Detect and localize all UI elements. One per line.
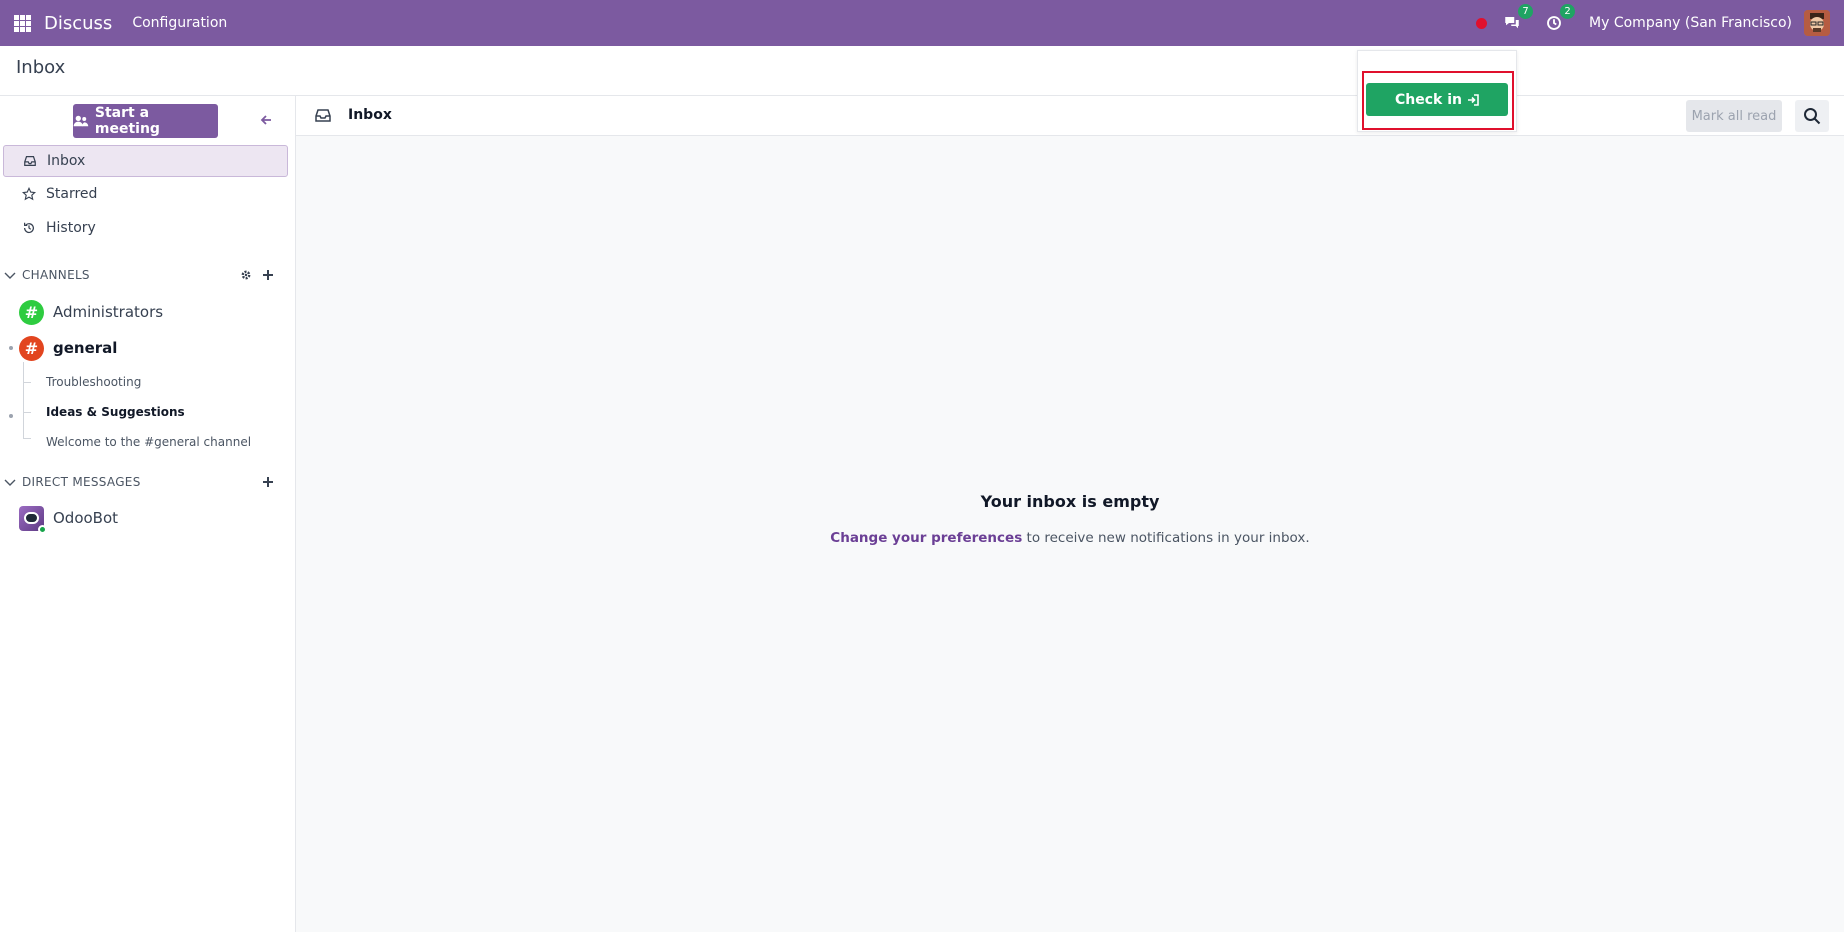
app-brand[interactable]: Discuss [44, 13, 112, 34]
mark-all-read-button[interactable]: Mark all read [1686, 100, 1782, 132]
history-icon [24, 222, 34, 234]
empty-inbox-title: Your inbox is empty [980, 492, 1160, 511]
mailbox-history[interactable]: History [3, 212, 288, 244]
channel-administrators[interactable]: # Administrators [19, 298, 163, 326]
sign-in-icon [1468, 93, 1479, 106]
channel-label: general [53, 339, 118, 357]
thread-title: Inbox [348, 107, 392, 123]
menu-configuration[interactable]: Configuration [132, 15, 227, 31]
search-icon [1804, 108, 1821, 125]
odoobot-avatar [19, 505, 47, 534]
mailbox-label: Starred [46, 186, 98, 202]
sub-thread-troubleshooting[interactable]: Troubleshooting [46, 372, 141, 392]
unread-indicator [9, 346, 13, 350]
gear-icon[interactable] [240, 269, 252, 281]
mailbox-label: History [46, 220, 96, 236]
change-preferences-link[interactable]: Change your preferences [830, 530, 1022, 546]
company-switcher[interactable]: My Company (San Francisco) [1589, 15, 1792, 31]
clock-icon [1547, 16, 1561, 30]
thread-tree-branch [23, 412, 31, 413]
channels-header-label: CHANNELS [22, 268, 90, 282]
mailbox-inbox[interactable]: Inbox [3, 145, 288, 177]
users-icon [73, 115, 89, 127]
thread-tree-branch [23, 438, 31, 439]
collapse-sidebar-arrow-icon[interactable] [258, 112, 274, 128]
star-icon [22, 187, 36, 201]
check-in-button[interactable]: Check in [1366, 83, 1508, 116]
user-avatar-icon [1804, 10, 1830, 36]
sub-thread-welcome[interactable]: Welcome to the #general channel [46, 432, 251, 452]
page-title: Inbox [16, 57, 66, 78]
chevron-down-icon [4, 479, 16, 486]
chat-bubbles-icon [1505, 17, 1519, 29]
dm-odoobot[interactable]: OdooBot [19, 504, 119, 534]
add-dm-plus-icon[interactable] [262, 476, 274, 488]
control-panel: Inbox [0, 46, 1844, 96]
messages-count-badge: 7 [1518, 4, 1534, 19]
discuss-sidebar: Start a meeting Inbox Starred History CH… [0, 96, 296, 932]
check-in-label: Check in [1395, 91, 1462, 108]
user-avatar[interactable] [1804, 10, 1830, 36]
activity-menu[interactable]: 2 [1543, 4, 1576, 34]
top-navbar: Discuss Configuration 7 2 My Company (Sa… [0, 0, 1844, 46]
channels-category[interactable]: CHANNELS [0, 265, 290, 285]
messaging-menu[interactable]: 7 [1501, 4, 1534, 34]
channel-hash-icon: # [19, 299, 44, 325]
inbox-icon [315, 109, 331, 122]
start-meeting-button[interactable]: Start a meeting [73, 104, 218, 138]
add-channel-plus-icon[interactable] [262, 269, 274, 281]
inbox-icon [24, 156, 36, 166]
navbar-systray: 7 2 My Company (San Francisco) [1476, 0, 1844, 46]
search-button[interactable] [1795, 100, 1829, 132]
channel-hash-icon: # [19, 335, 44, 361]
thread-tree-line [23, 362, 24, 438]
channel-general[interactable]: # general [19, 334, 117, 362]
recording-indicator-icon[interactable] [1476, 17, 1488, 29]
thread-body: Your inbox is empty Change your preferen… [296, 136, 1844, 932]
empty-inbox-message: Change your preferences to receive new n… [296, 530, 1844, 546]
empty-inbox-text: to receive new notifications in your inb… [1022, 530, 1310, 546]
sub-thread-ideas-suggestions[interactable]: Ideas & Suggestions [46, 402, 185, 422]
unread-indicator [9, 414, 13, 418]
activities-count-badge: 2 [1560, 4, 1576, 19]
dm-label: OdooBot [53, 509, 119, 527]
online-status-icon [38, 524, 47, 534]
thread-header: Inbox Mark all read [296, 96, 1844, 136]
direct-messages-category[interactable]: DIRECT MESSAGES [0, 472, 290, 492]
direct-messages-header-label: DIRECT MESSAGES [22, 475, 141, 489]
thread-tree-branch [23, 382, 31, 383]
channel-label: Administrators [53, 303, 164, 321]
chevron-down-icon [4, 272, 16, 279]
start-meeting-label: Start a meeting [94, 105, 160, 137]
apps-menu-icon[interactable] [0, 0, 44, 46]
mailbox-starred[interactable]: Starred [3, 178, 288, 210]
mailbox-label: Inbox [47, 153, 86, 169]
